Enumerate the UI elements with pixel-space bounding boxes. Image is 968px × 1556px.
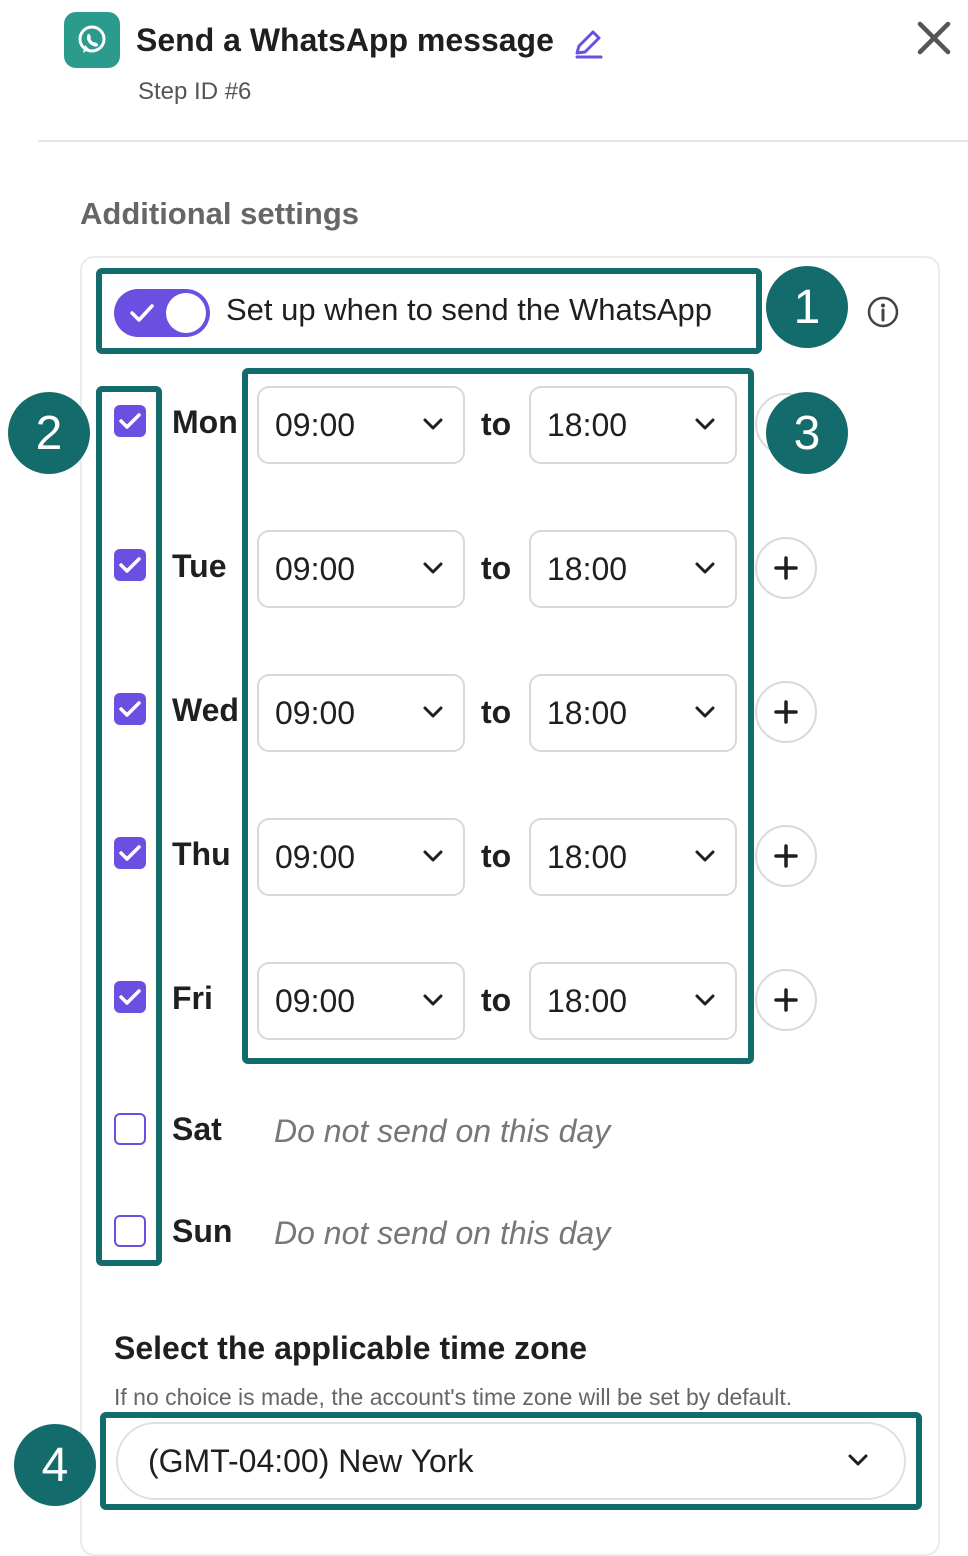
timezone-help: If no choice is made, the account's time…: [114, 1384, 793, 1410]
add-slot-button-wed[interactable]: [755, 681, 817, 743]
chevron-down-icon: [695, 706, 715, 718]
day-label-fri: Fri: [172, 980, 213, 1016]
end-time-value: 18:00: [547, 551, 628, 587]
end-time-select-thu[interactable]: 18:00: [529, 818, 737, 896]
plus-icon: [774, 556, 798, 580]
day-label-wed: Wed: [172, 692, 239, 728]
pencil-icon[interactable]: [570, 26, 606, 62]
check-icon: [119, 845, 141, 861]
end-time-select-fri[interactable]: 18:00: [529, 962, 737, 1040]
check-icon: [119, 701, 141, 717]
annotation-badge-3: 3: [766, 392, 848, 474]
checkbox-mon[interactable]: [114, 405, 146, 437]
timezone-value: (GMT-04:00) New York: [148, 1443, 474, 1479]
end-time-value: 18:00: [547, 983, 628, 1019]
info-icon[interactable]: [866, 295, 900, 329]
day-label-thu: Thu: [172, 836, 231, 872]
start-time-value: 09:00: [275, 695, 356, 731]
plus-icon: [774, 988, 798, 1012]
chevron-down-icon: [695, 850, 715, 862]
chevron-down-icon: [423, 418, 443, 430]
day-label-mon: Mon: [172, 404, 238, 440]
chevron-down-icon: [695, 562, 715, 574]
close-icon[interactable]: [914, 18, 954, 58]
chevron-down-icon: [423, 706, 443, 718]
chevron-down-icon: [695, 418, 715, 430]
end-time-select-mon[interactable]: 18:00: [529, 386, 737, 464]
chevron-down-icon: [423, 850, 443, 862]
checkbox-sun[interactable]: [114, 1215, 146, 1247]
toggle-knob: [166, 293, 206, 333]
header-divider: [38, 140, 968, 142]
add-slot-button-thu[interactable]: [755, 825, 817, 887]
add-slot-button-tue[interactable]: [755, 537, 817, 599]
timezone-title: Select the applicable time zone: [114, 1330, 588, 1366]
checkbox-fri[interactable]: [114, 981, 146, 1013]
start-time-select-mon[interactable]: 09:00: [257, 386, 465, 464]
to-label: to: [481, 406, 512, 442]
whatsapp-icon: [64, 12, 120, 68]
start-time-value: 09:00: [275, 983, 356, 1019]
check-icon: [119, 989, 141, 1005]
start-time-value: 09:00: [275, 839, 356, 875]
to-label: to: [481, 694, 512, 730]
section-title: Additional settings: [80, 196, 359, 231]
plus-icon: [774, 700, 798, 724]
chevron-down-icon: [848, 1454, 868, 1466]
to-label: to: [481, 982, 512, 1018]
start-time-select-thu[interactable]: 09:00: [257, 818, 465, 896]
no-send-message-sun: Do not send on this day: [274, 1215, 611, 1251]
checkbox-wed[interactable]: [114, 693, 146, 725]
end-time-select-tue[interactable]: 18:00: [529, 530, 737, 608]
check-icon: [119, 413, 141, 429]
end-time-value: 18:00: [547, 695, 628, 731]
chevron-down-icon: [423, 994, 443, 1006]
annotation-badge-1: 1: [766, 266, 848, 348]
toggle-label: Set up when to send the WhatsApp: [226, 292, 712, 327]
check-icon: [130, 304, 154, 322]
to-label: to: [481, 550, 512, 586]
no-send-message-sat: Do not send on this day: [274, 1113, 611, 1149]
start-time-value: 09:00: [275, 551, 356, 587]
day-label-sun: Sun: [172, 1213, 233, 1249]
end-time-value: 18:00: [547, 407, 628, 443]
plus-icon: [774, 844, 798, 868]
step-id: Step ID #6: [138, 78, 252, 105]
timezone-select[interactable]: (GMT-04:00) New York: [116, 1422, 906, 1500]
checkbox-tue[interactable]: [114, 549, 146, 581]
to-label: to: [481, 838, 512, 874]
annotation-badge-2: 2: [8, 392, 90, 474]
checkbox-thu[interactable]: [114, 837, 146, 869]
start-time-select-tue[interactable]: 09:00: [257, 530, 465, 608]
start-time-select-fri[interactable]: 09:00: [257, 962, 465, 1040]
end-time-select-wed[interactable]: 18:00: [529, 674, 737, 752]
chevron-down-icon: [423, 562, 443, 574]
day-label-sat: Sat: [172, 1111, 222, 1147]
step-title: Send a WhatsApp message: [136, 22, 554, 58]
start-time-value: 09:00: [275, 407, 356, 443]
chevron-down-icon: [695, 994, 715, 1006]
start-time-select-wed[interactable]: 09:00: [257, 674, 465, 752]
add-slot-button-fri[interactable]: [755, 969, 817, 1031]
annotation-badge-4: 4: [14, 1424, 96, 1506]
end-time-value: 18:00: [547, 839, 628, 875]
checkbox-sat[interactable]: [114, 1113, 146, 1145]
check-icon: [119, 557, 141, 573]
send-schedule-toggle[interactable]: [114, 289, 210, 337]
day-label-tue: Tue: [172, 548, 227, 584]
